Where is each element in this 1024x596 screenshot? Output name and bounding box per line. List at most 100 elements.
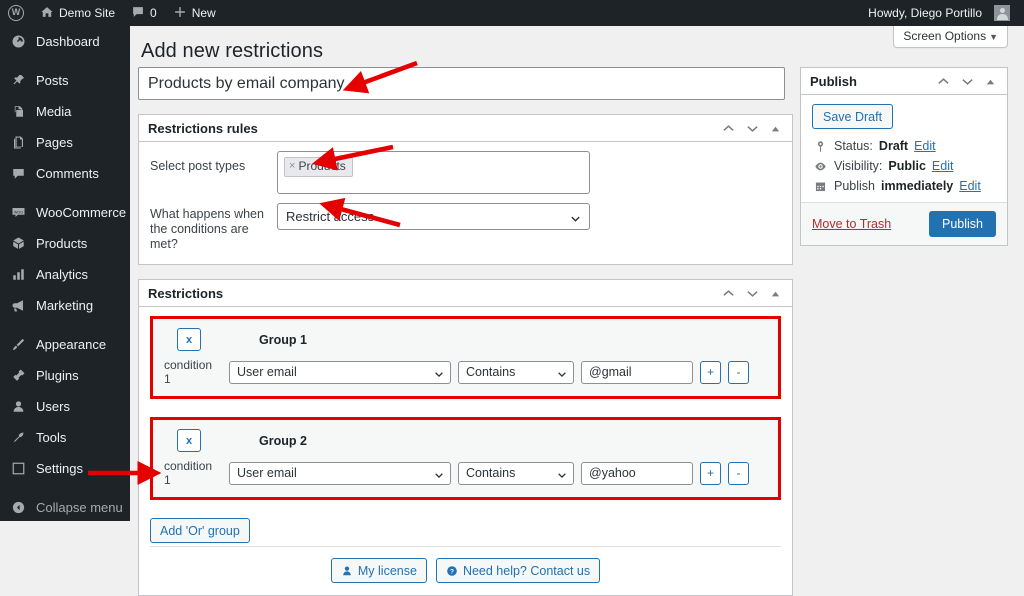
condition-operator-select[interactable]: Contains [458,360,574,384]
add-or-group-button[interactable]: Add 'Or' group [150,518,250,543]
menu-separator [0,484,130,492]
restrictions-rules-header: Restrictions rules [139,115,792,142]
condition-operator-select[interactable]: Contains [458,461,574,485]
menu-separator [0,189,130,197]
sidebar-item-analytics[interactable]: Analytics [0,259,130,290]
add-condition-button[interactable]: + [700,360,721,384]
sidebar-item-label: Users [36,399,70,414]
sidebar-item-media[interactable]: Media [0,96,130,127]
plugin-footer-bar: My license ? Need help? Contact us [150,546,781,583]
edit-schedule-link[interactable]: Edit [959,179,981,193]
edit-status-link[interactable]: Edit [914,139,936,153]
save-draft-button[interactable]: Save Draft [812,104,894,129]
my-license-button[interactable]: My license [330,558,427,583]
admin-content-area: Screen Options ▼ Add new restrictions Pro… [130,26,1024,596]
dashboard-icon [9,33,27,51]
move-up-icon[interactable] [722,122,735,135]
toggle-panel-icon[interactable] [770,123,781,134]
sidebar-item-appearance[interactable]: Appearance [0,329,130,360]
screen-options-button[interactable]: Screen Options ▼ [893,26,1008,48]
sidebar-item-pages[interactable]: Pages [0,127,130,158]
publish-button[interactable]: Publish [929,211,996,237]
move-up-icon[interactable] [722,287,735,300]
restriction-title-input[interactable]: Products by email company [138,67,785,100]
sidebar-item-dashboard[interactable]: Dashboard [0,26,130,57]
question-circle-icon: ? [446,565,458,577]
move-to-trash-link[interactable]: Move to Trash [812,217,891,231]
bar-chart-icon [9,266,27,284]
add-condition-button[interactable]: + [700,461,721,485]
new-content-menu[interactable]: New [165,0,224,26]
publish-header: Publish [801,68,1007,95]
sidebar-item-products[interactable]: Products [0,228,130,259]
sidebar-item-label: Marketing [36,298,94,313]
sidebar-collapse-menu[interactable]: Collapse menu [0,492,130,523]
condition-label: condition 1 [164,358,213,386]
sidebar-item-tools[interactable]: Tools [0,422,130,453]
woocommerce-icon: WOO [9,204,27,222]
condition-field-select[interactable]: User email [229,360,451,384]
sidebar-item-posts[interactable]: Posts [0,65,130,96]
wrench-icon [9,429,27,447]
sidebar-item-plugins[interactable]: Plugins [0,360,130,391]
sidebar-item-users[interactable]: Users [0,391,130,422]
wordpress-logo-icon [8,5,24,21]
main-column: Products by email company Restrictions r… [138,67,793,596]
restriction-group: x Group 1 condition 1 User email Contain… [150,316,781,399]
move-down-icon[interactable] [746,122,759,135]
comment-bubble-icon [131,5,145,22]
toggle-panel-icon[interactable] [985,76,996,87]
sidebar-item-settings[interactable]: Settings [0,453,130,484]
paintbrush-icon [9,336,27,354]
remove-condition-button[interactable]: - [728,461,749,485]
calendar-icon [812,180,828,193]
my-account-menu[interactable]: Howdy, Diego Portillo [860,0,1018,26]
condition-operator-value: Contains [466,365,516,379]
panel-heading: Restrictions rules [148,120,258,136]
condition-value-input[interactable]: @yahoo [581,461,693,485]
comments-menu[interactable]: 0 [123,0,165,26]
move-down-icon[interactable] [746,287,759,300]
publish-panel: Publish Save Draft Status: Draft Edit Vi… [800,67,1008,246]
chevron-down-icon [434,368,444,378]
admin-sidebar-menu: Dashboard Posts Media Pages Comments WOO… [0,26,130,521]
edit-visibility-link[interactable]: Edit [932,159,954,173]
admin-bar: Demo Site 0 New Howdy, Diego Portillo [0,0,1024,26]
pin-icon [9,72,27,90]
need-help-button[interactable]: ? Need help? Contact us [435,558,601,583]
token-products[interactable]: × Products [284,157,353,177]
sidebar-item-label: Tools [36,430,67,445]
post-types-select[interactable]: × Products [277,151,590,194]
add-or-group-label: Add 'Or' group [160,523,240,538]
sidebar-item-comments[interactable]: Comments [0,158,130,189]
screen-options-label: Screen Options [903,29,987,43]
site-name-label: Demo Site [59,6,116,20]
media-icon [9,103,27,121]
action-select[interactable]: Restrict access [277,203,590,230]
toggle-panel-icon[interactable] [770,288,781,299]
sidebar-item-label: Plugins [36,368,79,383]
menu-separator [0,57,130,65]
condition-field-select[interactable]: User email [229,461,451,485]
sidebar-item-label: Posts [36,73,69,88]
move-down-icon[interactable] [961,75,974,88]
sidebar-item-marketing[interactable]: Marketing [0,290,130,321]
remove-group-button[interactable]: x [177,328,201,351]
restrictions-body: x Group 1 condition 1 User email Contain… [139,307,792,595]
restrictions-rules-body: Select post types × Products What happen… [139,142,792,264]
comment-bubble-icon [9,165,27,183]
site-name-menu[interactable]: Demo Site [32,0,123,26]
token-remove-icon[interactable]: × [289,159,295,174]
remove-condition-button[interactable]: - [728,360,749,384]
settings-sliders-icon [9,460,27,478]
sidebar-item-label: Settings [36,461,83,476]
condition-value-input[interactable]: @gmail [581,360,693,384]
remove-group-button[interactable]: x [177,429,201,452]
wordpress-logo-menu[interactable] [0,0,32,26]
menu-separator [0,321,130,329]
sidebar-item-woocommerce[interactable]: WOO WooCommerce [0,197,130,228]
avatar [994,5,1010,21]
sidebar-item-label: Comments [36,166,99,181]
move-up-icon[interactable] [937,75,950,88]
chevron-down-icon [434,469,444,479]
